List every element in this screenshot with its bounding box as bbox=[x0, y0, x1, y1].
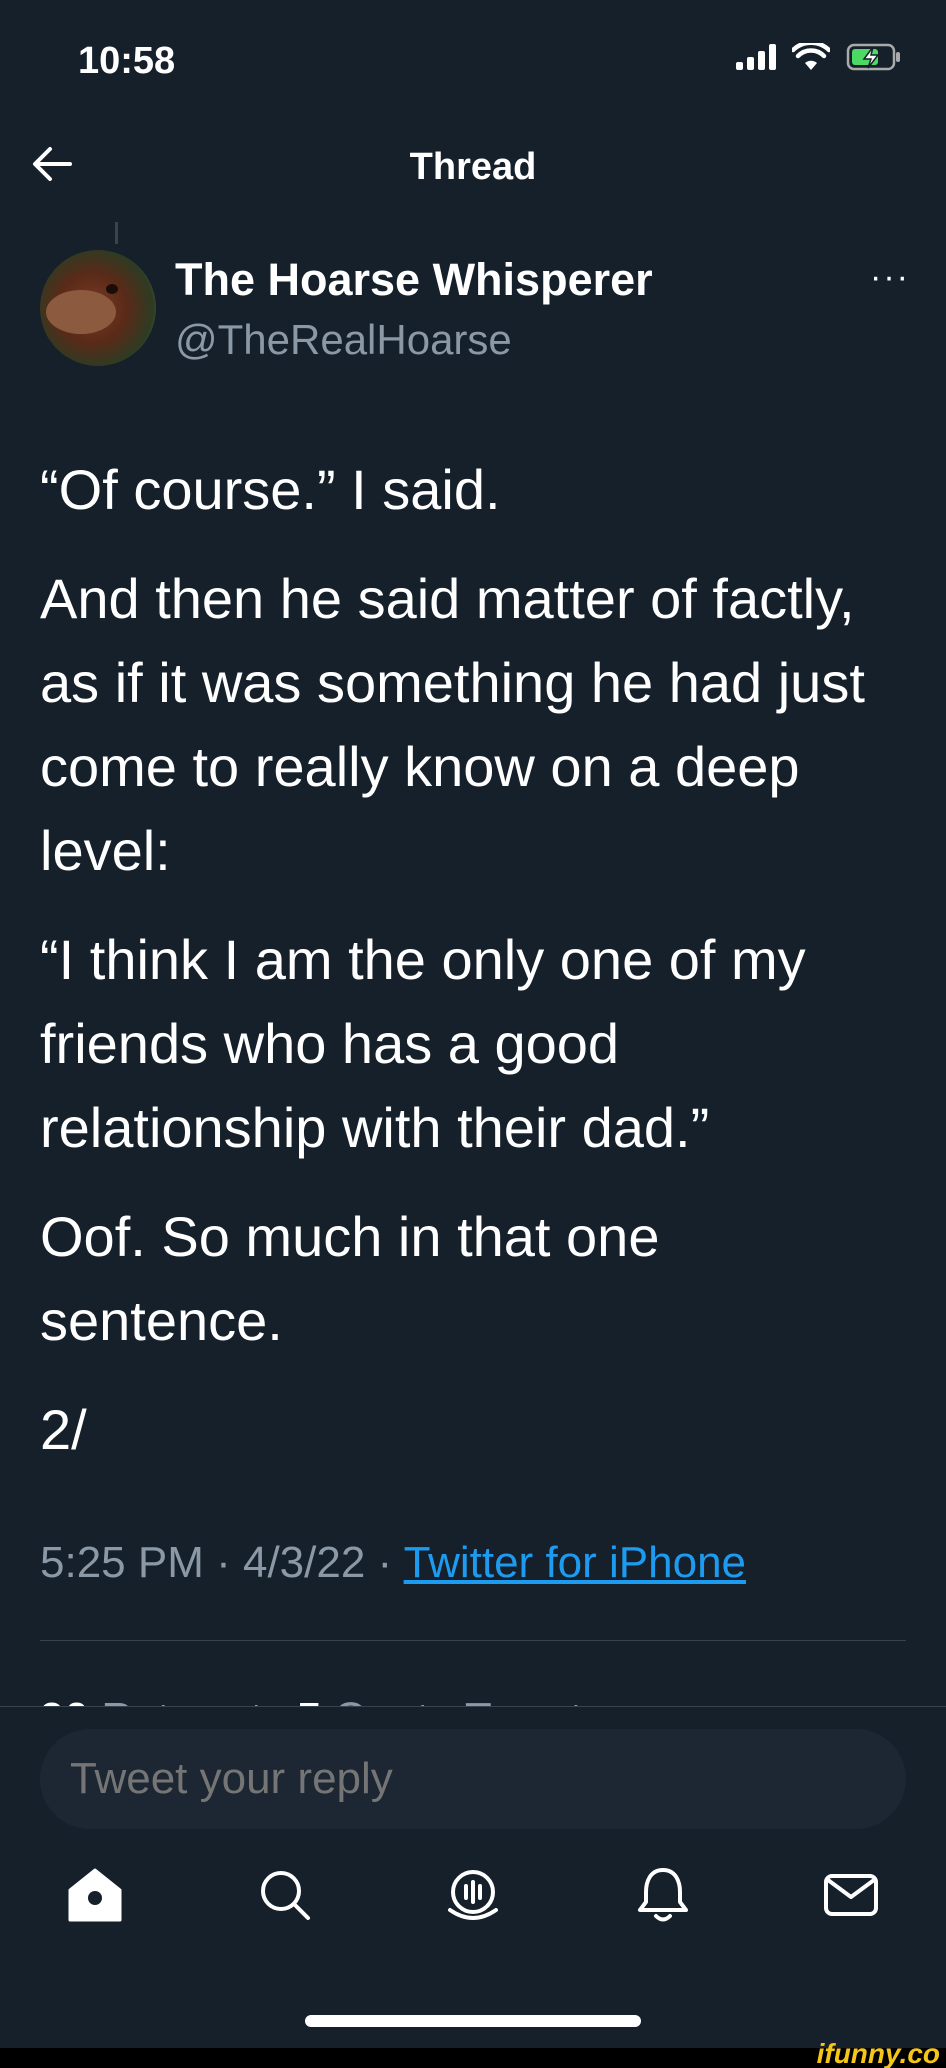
divider bbox=[40, 1640, 906, 1641]
messages-icon bbox=[824, 1874, 878, 1916]
tweet-paragraph: 2/ bbox=[40, 1398, 87, 1461]
thread-connector-line bbox=[115, 222, 118, 244]
user-handle[interactable]: @TheRealHoarse bbox=[175, 316, 512, 364]
search-icon bbox=[261, 1871, 310, 1920]
wifi-icon bbox=[792, 43, 830, 70]
watermark-logo: ifunny.co bbox=[816, 2038, 940, 2068]
tweet-date: 4/3/22 bbox=[242, 1538, 366, 1587]
page-title: Thread bbox=[409, 146, 537, 188]
tweet-text: “Of course.” I said. And then he said ma… bbox=[40, 448, 910, 1497]
battery-charging-icon bbox=[846, 43, 900, 71]
watermark-bar bbox=[0, 2048, 946, 2068]
tweet-timestamp: 5:25 PM · 4/3/22 · Twitter for iPhone bbox=[40, 1538, 746, 1588]
notifications-icon bbox=[638, 1868, 688, 1922]
home-indicator[interactable] bbox=[305, 2015, 641, 2027]
tweet-header: The Hoarse Whisperer @TheRealHoarse ··· bbox=[40, 250, 910, 370]
meta-separator: · bbox=[203, 1538, 243, 1587]
tab-messages[interactable] bbox=[816, 1860, 886, 1930]
status-bar: 10:58 bbox=[0, 0, 946, 110]
display-name[interactable]: The Hoarse Whisperer bbox=[175, 254, 653, 306]
tweet-paragraph: And then he said matter of factly, as if… bbox=[40, 567, 865, 882]
tab-notifications[interactable] bbox=[628, 1860, 698, 1930]
spaces-icon bbox=[448, 1870, 498, 1920]
nav-bar: Thread bbox=[0, 128, 946, 208]
cellular-signal-icon bbox=[736, 44, 776, 70]
tweet-paragraph: Oof. So much in that one sentence. bbox=[40, 1205, 660, 1352]
tab-bar bbox=[0, 1860, 946, 1960]
more-options-button[interactable]: ··· bbox=[870, 258, 910, 297]
tab-home[interactable] bbox=[60, 1860, 130, 1930]
tab-spaces[interactable] bbox=[438, 1860, 508, 1930]
tweet-paragraph: “Of course.” I said. bbox=[40, 458, 501, 521]
source-link[interactable]: Twitter for iPhone bbox=[404, 1538, 746, 1587]
tweet-paragraph: “I think I am the only one of my friends… bbox=[40, 928, 806, 1159]
status-time: 10:58 bbox=[78, 40, 176, 82]
reply-input[interactable] bbox=[40, 1729, 906, 1829]
tab-search[interactable] bbox=[250, 1860, 320, 1930]
status-icons bbox=[736, 42, 902, 72]
meta-separator: · bbox=[365, 1538, 404, 1587]
home-icon bbox=[68, 1868, 122, 1922]
tweet-time: 5:25 PM bbox=[40, 1538, 204, 1587]
reply-bar bbox=[0, 1706, 946, 1846]
avatar[interactable] bbox=[40, 250, 156, 366]
